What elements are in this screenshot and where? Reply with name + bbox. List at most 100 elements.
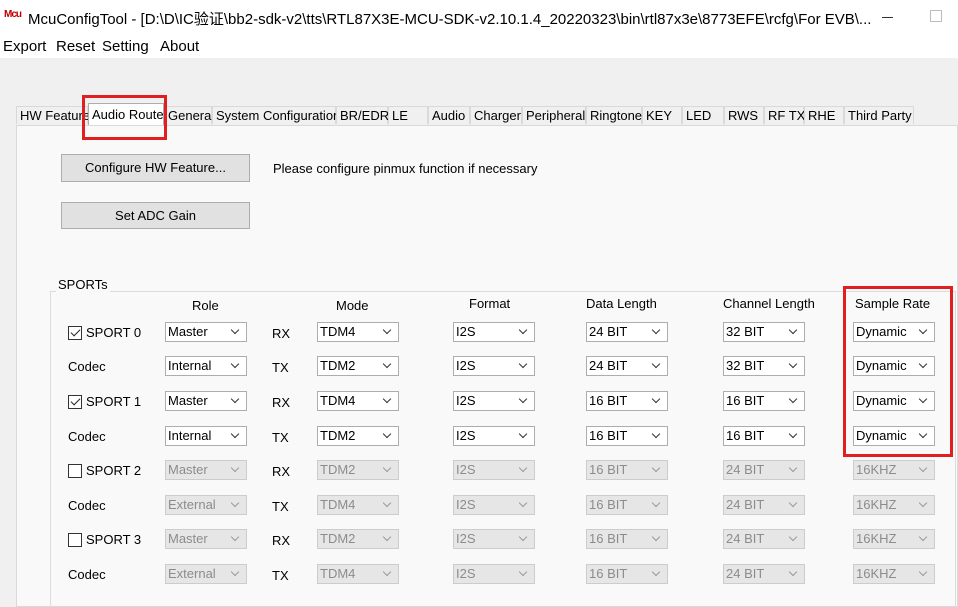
direction-label: RX	[272, 326, 291, 341]
chevron-down-icon[interactable]	[788, 429, 800, 443]
chevron-down-icon[interactable]	[518, 394, 530, 408]
channel-length-select[interactable]: 32 BIT	[723, 356, 805, 376]
tab-led[interactable]: LED	[682, 106, 724, 124]
direction-label: TX	[272, 499, 289, 514]
maximize-button[interactable]	[930, 10, 942, 22]
tab-br-edr[interactable]: BR/EDR	[336, 106, 389, 124]
chevron-down-icon[interactable]	[788, 325, 800, 339]
chevron-down-icon	[382, 567, 394, 581]
tab-rhe[interactable]: RHE	[804, 106, 844, 124]
channel-length-select[interactable]: 16 BIT	[723, 391, 805, 411]
tab-peripheral[interactable]: Peripheral	[522, 106, 586, 124]
tab-ringtone[interactable]: Ringtone	[586, 106, 642, 124]
chevron-down-icon[interactable]	[651, 359, 663, 373]
role-select[interactable]: Master	[165, 322, 247, 342]
menu-export[interactable]: Export	[3, 38, 46, 55]
mode-select-value: TDM2	[320, 531, 356, 546]
chevron-down-icon[interactable]	[518, 429, 530, 443]
chevron-down-icon[interactable]	[230, 394, 242, 408]
tab-rf-tx[interactable]: RF TX	[764, 106, 805, 124]
mode-select[interactable]: TDM4	[317, 391, 399, 411]
menu-about[interactable]: About	[160, 38, 199, 55]
role-select[interactable]: Internal	[165, 356, 247, 376]
channel-length-select-value: 24 BIT	[726, 497, 765, 512]
chevron-down-icon[interactable]	[788, 394, 800, 408]
chevron-down-icon[interactable]	[518, 325, 530, 339]
role-select[interactable]: Master	[165, 391, 247, 411]
minimize-button[interactable]	[876, 6, 900, 28]
tab-charger[interactable]: Charger	[470, 106, 522, 124]
mode-select: TDM4	[317, 564, 399, 584]
chevron-down-icon[interactable]	[382, 394, 394, 408]
mode-select: TDM2	[317, 529, 399, 549]
chevron-down-icon	[918, 498, 930, 512]
format-select[interactable]: I2S	[453, 426, 535, 446]
channel-length-select[interactable]: 32 BIT	[723, 322, 805, 342]
format-select[interactable]: I2S	[453, 322, 535, 342]
chevron-down-icon	[382, 498, 394, 512]
tab-hw-feature[interactable]: HW Feature	[16, 106, 90, 124]
sport-checkbox[interactable]	[68, 533, 82, 547]
channel-length-select[interactable]: 16 BIT	[723, 426, 805, 446]
chevron-down-icon[interactable]	[230, 359, 242, 373]
role-select-value: Master	[168, 324, 208, 339]
channel-length-select: 24 BIT	[723, 460, 805, 480]
format-select[interactable]: I2S	[453, 356, 535, 376]
tab-key[interactable]: KEY	[642, 106, 682, 124]
sample-rate-select: 16KHZ	[853, 564, 935, 584]
data-length-select[interactable]: 24 BIT	[586, 322, 668, 342]
tab-third-party[interactable]: Third Party	[844, 106, 914, 124]
sport-label: SPORT 3	[86, 532, 142, 547]
mode-select[interactable]: TDM2	[317, 426, 399, 446]
channel-length-select-value: 16 BIT	[726, 393, 765, 408]
set-adc-gain-button[interactable]: Set ADC Gain	[61, 202, 250, 229]
mode-select[interactable]: TDM2	[317, 356, 399, 376]
data-length-select[interactable]: 16 BIT	[586, 426, 668, 446]
chevron-down-icon[interactable]	[230, 325, 242, 339]
data-length-select[interactable]: 16 BIT	[586, 391, 668, 411]
tab-audio[interactable]: Audio	[428, 106, 470, 124]
data-length-select[interactable]: 24 BIT	[586, 356, 668, 376]
sport-checkbox[interactable]	[68, 464, 82, 478]
tab-le[interactable]: LE	[388, 106, 428, 124]
direction-label: TX	[272, 430, 289, 445]
channel-length-select-value: 24 BIT	[726, 531, 765, 546]
sport-checkbox[interactable]	[68, 326, 82, 340]
format-select-value: I2S	[456, 393, 476, 408]
chevron-down-icon[interactable]	[651, 325, 663, 339]
chevron-down-icon	[382, 532, 394, 546]
codec-label: Codec	[68, 429, 106, 444]
format-select[interactable]: I2S	[453, 391, 535, 411]
chevron-down-icon[interactable]	[651, 429, 663, 443]
chevron-down-icon[interactable]	[230, 429, 242, 443]
menu-reset[interactable]: Reset	[56, 38, 95, 55]
mode-select[interactable]: TDM4	[317, 322, 399, 342]
menu-setting[interactable]: Setting	[102, 38, 149, 55]
role-select-value: Internal	[168, 428, 212, 443]
chevron-down-icon[interactable]	[382, 325, 394, 339]
chevron-down-icon	[918, 532, 930, 546]
codec-label: Codec	[68, 498, 106, 513]
tab-rws[interactable]: RWS	[724, 106, 764, 124]
chevron-down-icon	[230, 463, 242, 477]
chevron-down-icon[interactable]	[518, 359, 530, 373]
chevron-down-icon[interactable]	[651, 394, 663, 408]
data-length-select-value: 16 BIT	[589, 497, 628, 512]
tab-general[interactable]: General	[164, 106, 214, 124]
tab-system-configuration[interactable]: System Configuration	[212, 106, 340, 124]
chevron-down-icon	[518, 567, 530, 581]
menu-bar: Export Reset Setting About	[0, 36, 958, 58]
role-select[interactable]: Internal	[165, 426, 247, 446]
data-length-select: 16 BIT	[586, 495, 668, 515]
format-select-value: I2S	[456, 497, 476, 512]
configure-hw-feature-button[interactable]: Configure HW Feature...	[61, 154, 250, 182]
role-select: Master	[165, 529, 247, 549]
chevron-down-icon	[382, 463, 394, 477]
chevron-down-icon[interactable]	[382, 429, 394, 443]
data-length-select: 16 BIT	[586, 529, 668, 549]
chevron-down-icon[interactable]	[788, 359, 800, 373]
direction-label: TX	[272, 360, 289, 375]
sport-checkbox[interactable]	[68, 395, 82, 409]
chevron-down-icon[interactable]	[382, 359, 394, 373]
chevron-down-icon	[230, 567, 242, 581]
